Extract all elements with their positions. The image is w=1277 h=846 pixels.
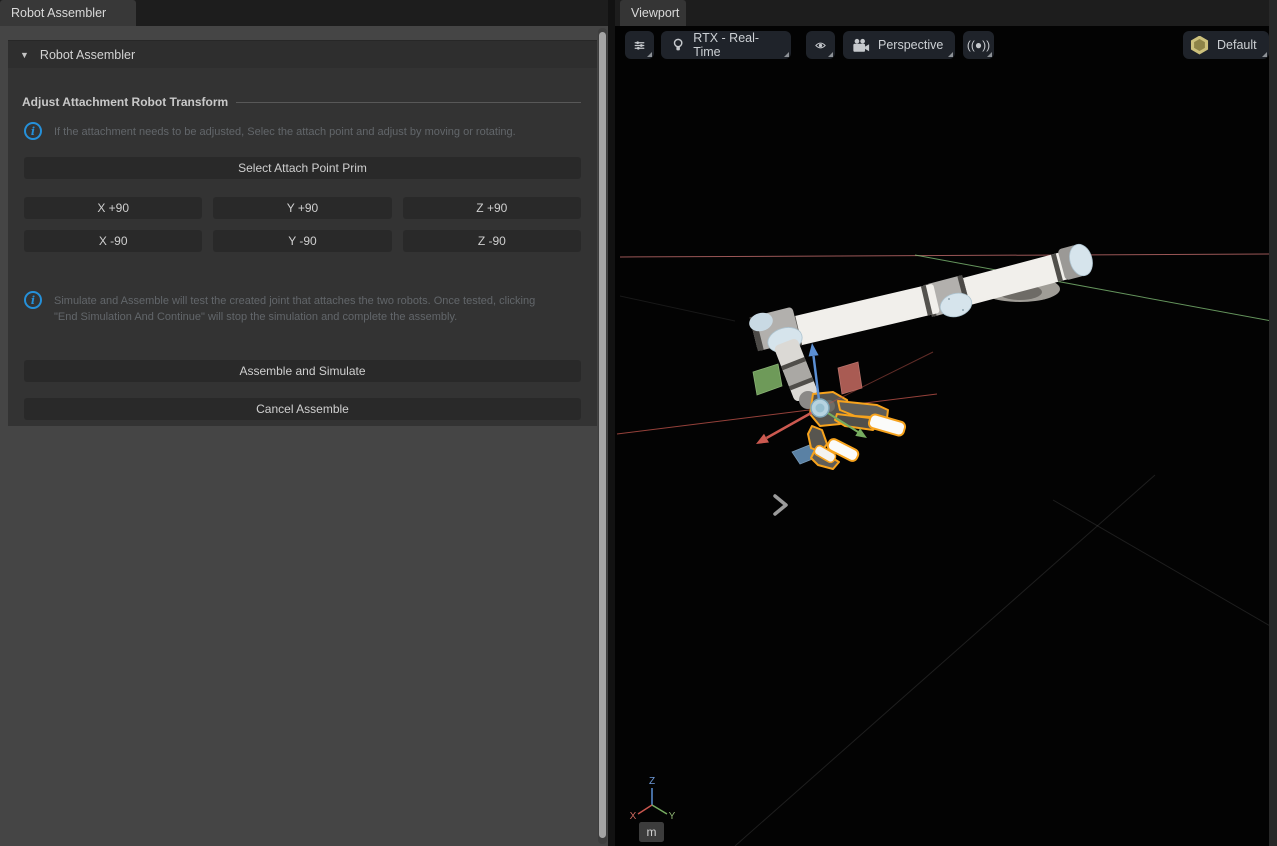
adjust-info-text: If the attachment needs to be adjusted, … [54,122,516,140]
transform-section-title: Adjust Attachment Robot Transform [22,95,228,109]
robot-assembler-panel: Robot Assembler ▼ Robot Assembler Adjust… [0,0,608,846]
gizmo-yz-plane-handle[interactable] [753,364,782,395]
lighting-label: Default [1217,38,1257,52]
rotate-button-grid: X +90 Y +90 Z +90 X -90 Y -90 Z -90 [24,197,581,252]
grid-gray-line-2 [1053,500,1269,630]
tab-robot-assembler-label: Robot Assembler [11,6,106,20]
adjust-info-row: i If the attachment needs to be adjusted… [24,122,581,140]
gizmo-z-arrowhead[interactable] [809,343,819,357]
capture-button[interactable]: ((●)) [963,31,994,59]
select-attach-point-button[interactable]: Select Attach Point Prim [24,157,581,179]
expand-chevron-icon[interactable] [775,496,786,514]
lighting-hexagon-icon [1190,36,1209,55]
collapse-triangle-icon: ▼ [20,50,29,60]
lighting-dropdown[interactable]: Default [1183,31,1269,59]
renderer-label: RTX - Real-Time [693,31,782,59]
triad-x-axis [638,805,652,814]
info-icon: i [24,122,42,140]
panel-scrollbar[interactable] [599,32,606,838]
viewport-tab-bar [615,0,1269,26]
collapsible-header-label: Robot Assembler [40,48,135,62]
renderer-dropdown[interactable]: RTX - Real-Time [661,31,791,59]
rotate-x-plus-90-button[interactable]: X +90 [24,197,202,219]
triad-x-label: X [630,811,637,822]
panel-divider [608,0,615,846]
sliders-icon [634,37,645,54]
panel-scrollbar-track [598,28,607,844]
robot-assembler-frame: ▼ Robot Assembler Adjust Attachment Robo… [8,40,597,426]
grid-gray-line-3 [620,296,735,321]
transform-section-header: Adjust Attachment Robot Transform [22,95,581,109]
rotate-z-minus-90-button[interactable]: Z -90 [403,230,581,252]
window-right-scrollbar[interactable] [1269,0,1277,846]
units-badge: m [639,822,664,842]
rotate-x-minus-90-button[interactable]: X -90 [24,230,202,252]
viewport-panel: Viewport [615,0,1269,846]
signal-icon: ((●)) [967,38,990,52]
robot-link-near [785,284,940,348]
info-icon: i [24,291,42,309]
assemble-and-simulate-button[interactable]: Assemble and Simulate [24,360,581,382]
camera-dropdown[interactable]: Perspective [843,31,955,59]
simulate-info-line1: Simulate and Assemble will test the crea… [54,293,535,309]
simulate-info-text: Simulate and Assemble will test the crea… [54,291,535,325]
units-label: m [647,825,657,839]
tab-viewport-label: Viewport [631,6,679,20]
triad-z-label: Z [649,776,655,787]
triad-y-axis [652,805,667,814]
eye-icon [815,39,826,52]
app-window: Robot Assembler ▼ Robot Assembler Adjust… [0,0,1277,846]
grid-gray-line-1 [735,475,1155,846]
robot-arm[interactable] [747,242,1096,409]
scene-canvas: Z X Y m [615,26,1269,846]
screw-dot [962,309,964,311]
rotate-z-plus-90-button[interactable]: Z +90 [403,197,581,219]
cancel-assemble-button[interactable]: Cancel Assemble [24,398,581,420]
gizmo-center-dot [816,404,825,413]
visibility-button[interactable] [806,31,835,59]
axis-triad: Z X Y [630,776,676,822]
render-settings-button[interactable] [625,31,654,59]
section-rule [236,102,581,103]
camera-icon [852,38,870,53]
simulate-info-line2: "End Simulation And Continue" will stop … [54,309,535,325]
collapsible-header[interactable]: ▼ Robot Assembler [8,41,597,68]
grid-lines [617,254,1269,846]
viewport-3d-area[interactable]: Z X Y m [615,26,1269,846]
rotate-y-plus-90-button[interactable]: Y +90 [213,197,391,219]
world-x-axis-line [620,254,1269,257]
triad-y-label: Y [669,811,676,822]
simulate-info-row: i Simulate and Assemble will test the cr… [24,291,581,325]
gripper-right-fingertip-pad [868,413,906,436]
lightbulb-icon [671,37,685,53]
tab-robot-assembler[interactable]: Robot Assembler [0,0,136,26]
gizmo-x-axis-extension [820,352,933,408]
rotate-y-minus-90-button[interactable]: Y -90 [213,230,391,252]
tab-viewport[interactable]: Viewport [620,0,686,26]
screw-dot [948,298,950,300]
camera-label: Perspective [878,38,943,52]
